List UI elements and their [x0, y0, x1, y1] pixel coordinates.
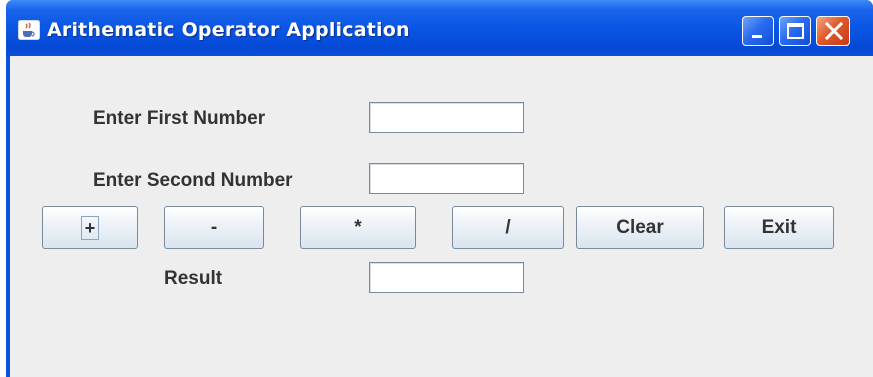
- divide-button[interactable]: /: [452, 206, 564, 249]
- add-button[interactable]: +: [42, 206, 138, 249]
- minimize-icon: [752, 35, 762, 38]
- add-button-label: +: [81, 215, 99, 240]
- maximize-icon: [787, 23, 804, 39]
- clear-button[interactable]: Clear: [576, 206, 704, 249]
- subtract-button[interactable]: -: [164, 206, 264, 249]
- multiply-button[interactable]: *: [300, 206, 416, 249]
- second-number-input[interactable]: [370, 164, 523, 193]
- close-icon: [824, 21, 844, 41]
- application-window: Arithematic Operator Application Enter F…: [6, 0, 873, 377]
- java-coffee-cup-icon[interactable]: [18, 20, 40, 40]
- first-number-field[interactable]: [369, 102, 524, 133]
- result-field[interactable]: [369, 262, 524, 293]
- second-number-field[interactable]: [369, 163, 524, 194]
- exit-button[interactable]: Exit: [724, 206, 834, 249]
- title-bar[interactable]: Arithematic Operator Application: [6, 0, 873, 56]
- form-panel: Enter First Number Enter Second Number +…: [10, 56, 873, 377]
- result-input[interactable]: [370, 263, 523, 292]
- maximize-button[interactable]: [779, 16, 811, 46]
- result-label: Result: [164, 268, 223, 289]
- window-title: Arithematic Operator Application: [47, 19, 410, 41]
- first-number-label: Enter First Number: [93, 108, 266, 129]
- second-number-label: Enter Second Number: [93, 170, 293, 191]
- minimize-button[interactable]: [742, 16, 774, 46]
- first-number-input[interactable]: [370, 103, 523, 132]
- close-button[interactable]: [816, 16, 850, 46]
